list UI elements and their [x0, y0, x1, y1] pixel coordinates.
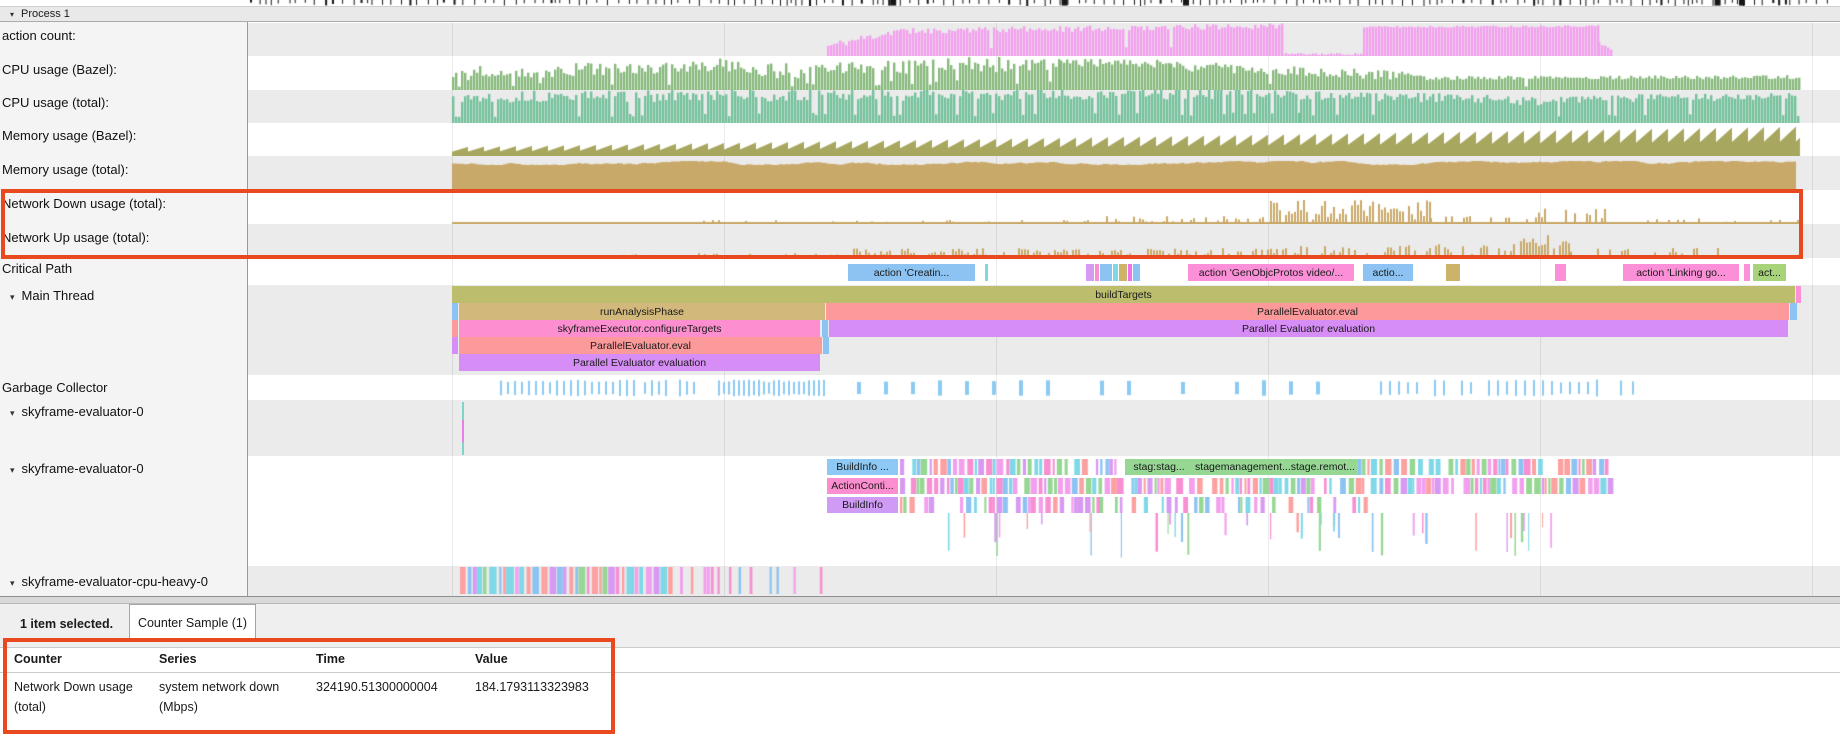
track-viz-flame-row-b[interactable] [248, 478, 1840, 494]
section-label-garbage-collector: Garbage Collector [2, 380, 108, 396]
timeline-fragment[interactable] [1744, 264, 1750, 281]
timeline-span[interactable]: action 'Linking go... [1623, 264, 1739, 281]
tab-counter-sample[interactable]: Counter Sample (1) [129, 604, 256, 641]
timeline-span[interactable]: skyframeExecutor.configureTargets [459, 320, 820, 337]
track-viz-cpu-heavy[interactable] [248, 567, 1840, 594]
timeline-fragment[interactable] [1133, 264, 1140, 281]
track-viz-mem-bazel[interactable] [248, 123, 1840, 156]
track-label-action-count: action count: [2, 28, 76, 44]
timeline-fragment[interactable] [462, 420, 464, 442]
timeline-fragment[interactable] [1128, 264, 1132, 281]
timeline-span[interactable]: Parallel Evaluator evaluation [829, 320, 1788, 337]
timeline-span[interactable]: action 'GenObjcProtos video/... [1188, 264, 1354, 281]
timeline-span[interactable]: BuildInfo [827, 497, 898, 513]
timeline-fragment[interactable] [452, 303, 458, 320]
timeline-fragment[interactable] [1095, 264, 1099, 281]
timeline-span[interactable]: act... [1753, 264, 1786, 281]
timeline-span[interactable]: action 'Creatin... [848, 264, 975, 281]
timeline-span[interactable]: ParallelEvaluator.eval [826, 303, 1789, 320]
collapse-arrow-icon[interactable]: ▾ [2, 408, 22, 419]
section-label: skyframe-evaluator-cpu-heavy-0 [22, 574, 208, 589]
timeline-fragment[interactable] [1113, 264, 1118, 281]
track-viz-flame-row-c[interactable] [248, 497, 1840, 513]
collapse-arrow-icon[interactable]: ▾ [2, 465, 22, 476]
collapse-arrow-icon[interactable]: ▾ [2, 292, 22, 303]
annotation-box-network-tracks [1, 189, 1803, 259]
process-title: Process 1 [21, 8, 70, 20]
track-label-mem-bazel: Memory usage (Bazel): [2, 128, 136, 144]
section-label-critical-path: Critical Path [2, 261, 72, 277]
track-label-mem-total: Memory usage (total): [2, 162, 128, 178]
panel-splitter[interactable] [0, 596, 1840, 604]
track-viz-flame-row-a[interactable] [248, 459, 1840, 475]
section-label: skyframe-evaluator-0 [22, 461, 144, 476]
timeline-fragment[interactable] [1446, 264, 1460, 281]
timeline-span[interactable]: stag:stag... [1125, 459, 1193, 475]
selection-status: 1 item selected. [20, 617, 113, 631]
timeline-span[interactable]: stagemanagement...stage.remot... [1193, 459, 1357, 475]
timeline-span[interactable]: Parallel Evaluator evaluation [459, 354, 820, 371]
timeline-span[interactable]: ActionConti... [827, 478, 898, 494]
timeline-fragment[interactable] [985, 264, 988, 281]
timeline-span[interactable]: BuildInfo ... [827, 459, 898, 475]
collapse-arrow-icon[interactable]: ▾ [2, 578, 22, 589]
track-label-cpu-bazel: CPU usage (Bazel): [2, 62, 117, 78]
section-skyframe-evaluator-0-a[interactable]: ▾skyframe-evaluator-0 [2, 404, 144, 420]
track-viz-gc-ticks[interactable] [248, 378, 1840, 398]
section-main-thread[interactable]: ▾Main Thread [2, 288, 94, 304]
timeline-fragment[interactable] [452, 337, 458, 354]
timeline-fragment[interactable] [1119, 264, 1127, 281]
timeline-span[interactable]: actio... [1363, 264, 1413, 281]
timeline-fragment[interactable] [1555, 264, 1566, 281]
collapse-arrow-icon[interactable]: ▾ [10, 10, 14, 19]
timeline-fragment[interactable] [1796, 286, 1801, 303]
trace-viewer: ▾ Process 1 action count: CPU usage (Baz… [0, 0, 1840, 742]
section-label: Main Thread [22, 288, 95, 303]
timeline-fragment[interactable] [822, 320, 828, 337]
track-label-column: action count: CPU usage (Bazel): CPU usa… [0, 22, 248, 596]
timeline-span[interactable]: runAnalysisPhase [459, 303, 825, 320]
track-viz-cpu-total[interactable] [248, 90, 1840, 123]
section-skyframe-evaluator-cpu-heavy[interactable]: ▾skyframe-evaluator-cpu-heavy-0 [2, 574, 208, 590]
timeline-fragment[interactable] [1100, 264, 1112, 281]
timeline-span[interactable]: ParallelEvaluator.eval [459, 337, 822, 354]
process-header[interactable]: ▾ Process 1 [0, 6, 1840, 22]
timeline-fragment[interactable] [1790, 303, 1797, 320]
track-viz-cpu-bazel[interactable] [248, 56, 1840, 90]
timeline-fragment[interactable] [1086, 264, 1094, 281]
section-label: skyframe-evaluator-0 [22, 404, 144, 419]
annotation-box-sample-table [3, 638, 615, 734]
track-viz-mem-total[interactable] [248, 156, 1840, 190]
track-viz-action-count[interactable] [248, 23, 1840, 56]
track-viz-flame-drips[interactable] [248, 513, 1840, 561]
track-background [248, 400, 1840, 456]
timeline-fragment[interactable] [823, 337, 829, 354]
section-skyframe-evaluator-0-b[interactable]: ▾skyframe-evaluator-0 [2, 461, 144, 477]
track-label-cpu-total: CPU usage (total): [2, 95, 109, 111]
timeline-fragment[interactable] [452, 320, 458, 337]
timeline-span[interactable]: buildTargets [452, 286, 1795, 303]
